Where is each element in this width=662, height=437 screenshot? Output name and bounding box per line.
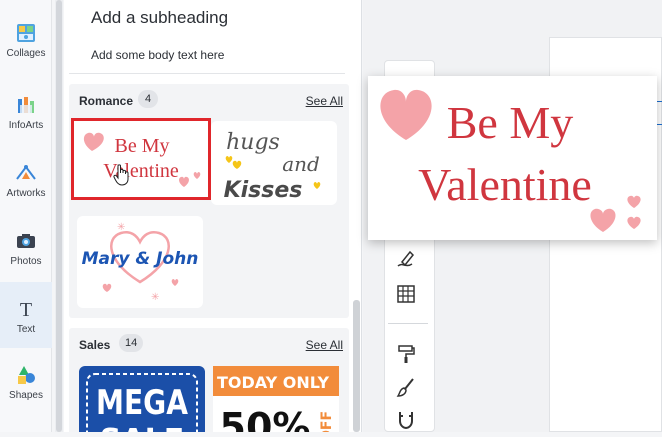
preview-line1: Be My [447,97,574,148]
sidebar-label-collages: Collages [6,48,46,59]
brush-icon[interactable] [394,376,418,400]
see-all-sales-link[interactable]: See All [306,338,343,352]
shapes-icon [0,364,52,386]
sidebar-label-text: Text [16,324,36,335]
heart-icon [193,172,201,179]
heart-icon [179,176,189,187]
left-sidebar: Collages InfoArts Artworks Photos T Text… [0,0,52,432]
template-tile-mary-and-john[interactable]: Mary & John ✳ ✳ [77,216,203,308]
tile-valentine-line1: Be My [115,135,170,157]
heart-icon [627,216,641,229]
table-icon[interactable] [394,282,418,306]
add-subheading-item[interactable]: Add a subheading [91,8,228,28]
sidebar-label-infoarts: InfoArts [8,120,44,131]
template-tile-hugs-and-kisses[interactable]: hugs and Kisses [211,121,337,205]
svg-text:T: T [20,299,32,320]
drag-preview-be-my-valentine[interactable]: Be My Valentine [368,76,657,240]
sidebar-item-shapes[interactable]: Shapes [0,364,52,430]
heart-icon [380,89,432,140]
infoarts-icon [0,94,52,116]
divider [69,73,345,74]
camera-icon [0,230,52,252]
pen-icon[interactable] [394,248,418,272]
heart-icon [171,279,179,286]
hand-cursor-icon [113,164,131,186]
romance-section: Romance 4 See All Be My Valentine hugs a… [69,84,349,318]
heart-icon [590,208,616,232]
sidebar-label-shapes: Shapes [9,390,43,401]
heart-icon [102,283,112,292]
panel-scrollbar-thumb[interactable] [353,300,360,432]
template-tile-mega-sale[interactable]: MEGA SALE [79,366,205,432]
paint-roller-icon[interactable] [394,342,418,366]
sales-section: Sales 14 See All MEGA SALE TODAY ONLY 50… [69,328,349,432]
tile-hugs-line3: Kisses [224,178,303,203]
sparkle-icon: ✳ [151,292,159,303]
preview-line2: Valentine [418,159,592,210]
tile-today-line3: OFF [319,411,335,432]
tile-mary-line1: Mary & John [82,249,199,269]
toolbar-divider [388,323,428,324]
section-title-romance: Romance [79,94,134,108]
template-tile-today-only[interactable]: TODAY ONLY 50% OFF [213,366,339,432]
tile-today-line2: 50% [220,405,311,432]
template-tile-be-my-valentine[interactable]: Be My Valentine [71,118,211,200]
sidebar-label-photos: Photos [10,256,42,267]
tile-today-line1: TODAY ONLY [217,373,330,392]
section-count-badge: 14 [119,334,144,352]
tile-hugs-line1: hugs [226,130,280,155]
tile-sale-line1: MEGA [96,383,189,423]
add-body-text-item[interactable]: Add some body text here [91,48,224,62]
section-count-badge: 4 [138,90,158,108]
heart-icon [225,156,233,163]
tile-hugs-line2: and [282,152,320,176]
artworks-icon [0,162,52,184]
heart-icon [232,160,242,169]
see-all-romance-link[interactable]: See All [306,94,343,108]
collages-icon [0,22,52,44]
sidebar-item-infoarts[interactable]: InfoArts [0,94,52,160]
sidebar-item-collages[interactable]: Collages [0,22,52,88]
heart-icon [83,132,104,151]
heart-icon [627,195,641,208]
sparkle-icon: ✳ [117,222,125,233]
sidebar-scrollbar-thumb[interactable] [56,0,62,432]
section-title-sales: Sales [79,338,111,352]
text-panel: Add a subheading Add some body text here… [64,0,362,432]
tile-sale-line2: SALE [100,423,184,432]
sidebar-item-artworks[interactable]: Artworks [0,162,52,228]
heart-icon [313,182,321,189]
sidebar-label-artworks: Artworks [6,188,46,199]
text-t-icon: T [0,298,52,320]
magnet-icon[interactable] [394,408,418,432]
sidebar-item-text[interactable]: T Text [0,282,52,348]
